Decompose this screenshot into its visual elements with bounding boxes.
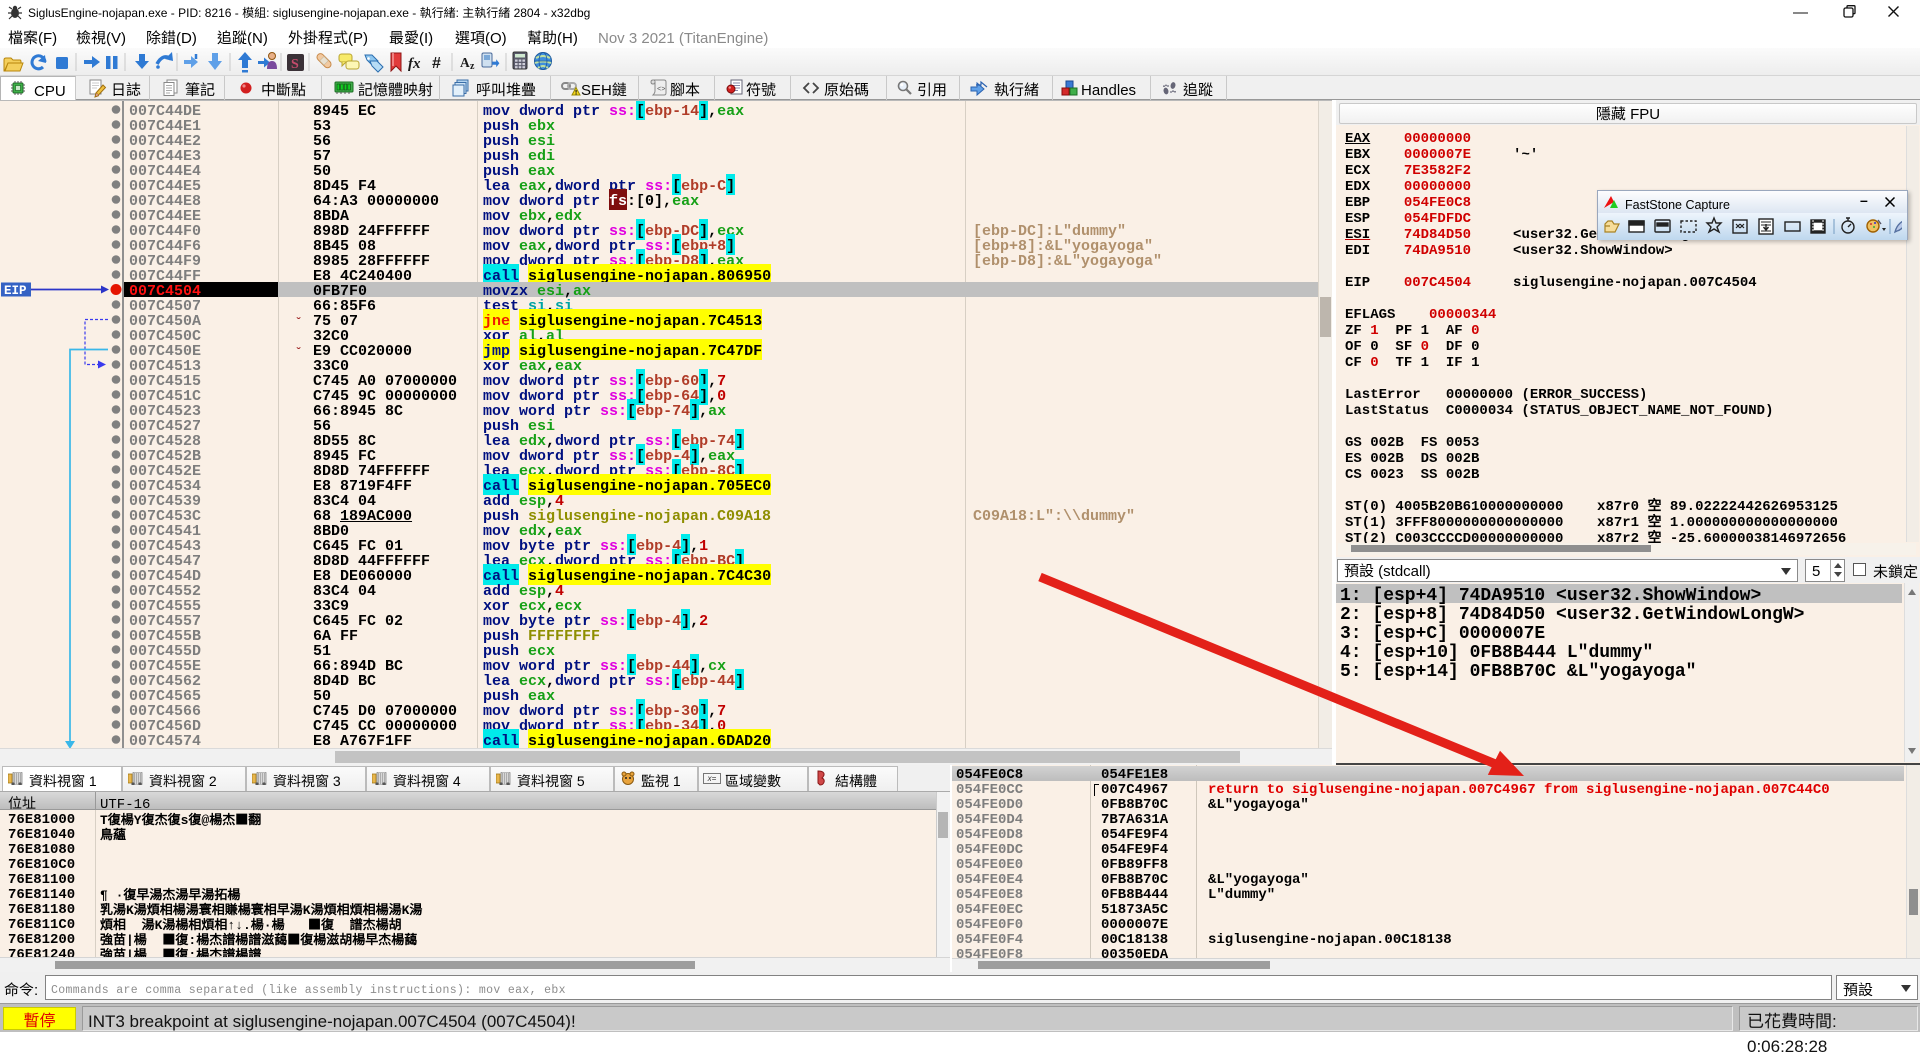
svg-text:EIP: EIP [4,284,27,298]
svg-text:S: S [291,57,299,72]
svg-text:<>: <> [657,86,665,94]
svg-text:#: # [432,55,441,72]
svg-text:A: A [460,55,470,70]
svg-text:z: z [470,61,475,72]
svg-text:fx: fx [408,56,421,72]
